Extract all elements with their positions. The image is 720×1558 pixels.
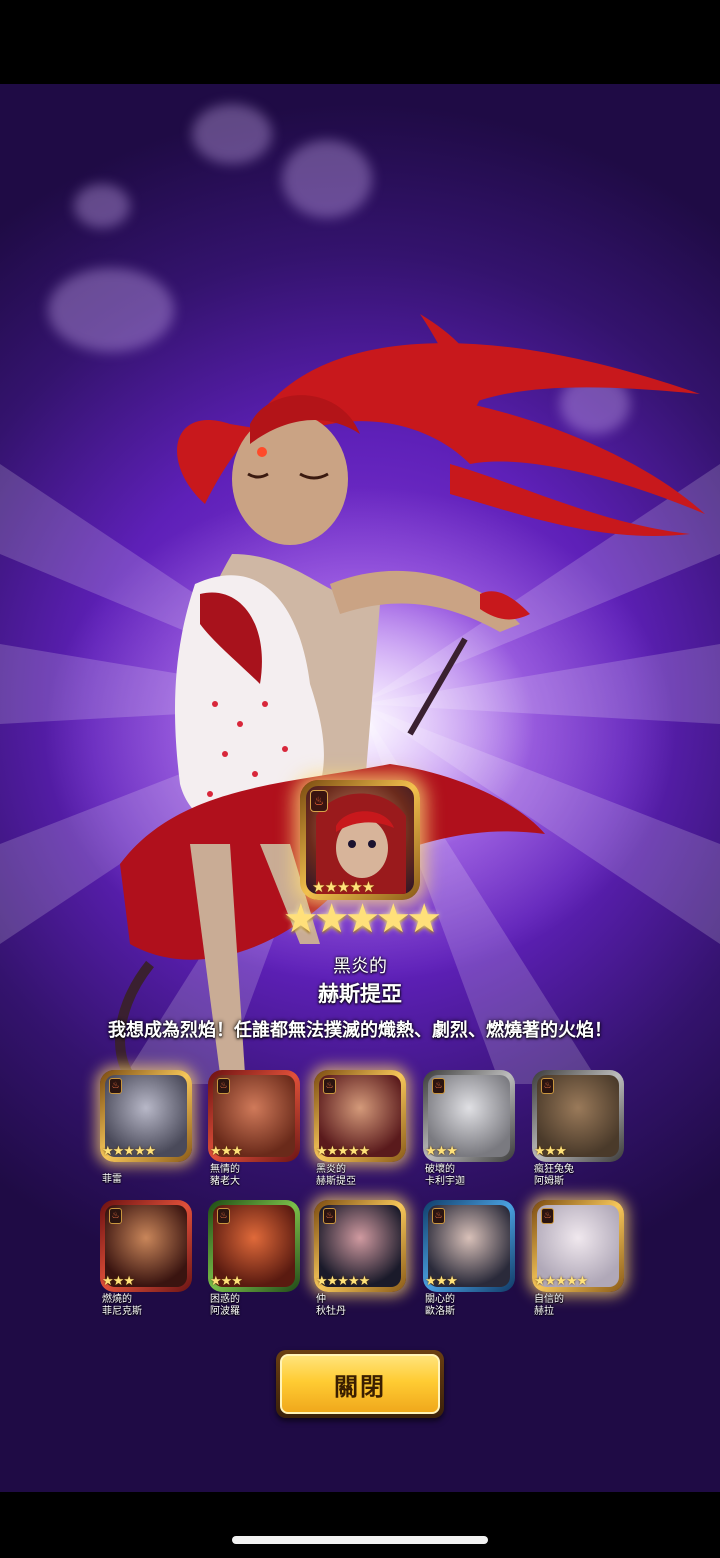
fire-element-icon: ♨ xyxy=(310,790,328,812)
close-button-label: 關閉 xyxy=(280,1354,440,1414)
hero-caption: 困惑的 阿波羅 xyxy=(210,1294,240,1318)
hero-caption-line2: 菲尼克斯 xyxy=(102,1306,142,1317)
hero-caption: 自信的 赫拉 xyxy=(534,1294,564,1318)
hero-result-card[interactable]: ♨ ★★★ xyxy=(423,1200,515,1292)
hero-caption: 仲秋牡丹 xyxy=(316,1294,346,1318)
hero-caption-line1: 仲 xyxy=(316,1294,326,1305)
featured-hero-portrait: ♨ ★★★★★ xyxy=(306,786,414,894)
hero-rarity-stars: ★★★ xyxy=(425,1274,458,1289)
hero-caption-line2: 歐洛斯 xyxy=(425,1306,455,1317)
hero-caption-line2: 阿姆斯 xyxy=(534,1176,564,1187)
hero-caption-line2: 卡利宇迦 xyxy=(425,1176,465,1187)
element-icon: ♨ xyxy=(109,1208,122,1224)
hero-caption-line1: 燃燒的 xyxy=(102,1294,132,1305)
hero-caption-line1: 菲雷 xyxy=(102,1174,122,1185)
element-icon: ♨ xyxy=(541,1078,554,1094)
status-bar xyxy=(0,0,720,84)
hero-name: 赫斯提亞 xyxy=(318,982,402,1006)
hero-result-card[interactable]: ♨ ★★★ xyxy=(423,1070,515,1162)
hero-result-card[interactable]: ♨ ★★★ xyxy=(100,1200,192,1292)
hero-caption: 關心的 歐洛斯 xyxy=(425,1294,455,1318)
bottom-safe-area xyxy=(0,1492,720,1558)
element-icon: ♨ xyxy=(323,1078,336,1094)
element-icon: ♨ xyxy=(541,1208,554,1224)
hero-caption: 瘋狂兔兔 阿姆斯 xyxy=(534,1164,574,1188)
hero-result-card[interactable]: ♨ ★★★★★ xyxy=(100,1070,192,1162)
element-icon: ♨ xyxy=(323,1208,336,1224)
featured-card-stars: ★★★★★ xyxy=(312,878,375,894)
home-indicator[interactable] xyxy=(232,1536,488,1544)
hero-caption-line1: 自信的 xyxy=(534,1294,564,1305)
element-icon: ♨ xyxy=(109,1078,122,1094)
hero-result-card[interactable]: ♨ ★★★★★ xyxy=(532,1200,624,1292)
hero-rarity-stars: ★★★ xyxy=(534,1144,567,1159)
element-icon: ♨ xyxy=(217,1078,230,1094)
element-icon: ♨ xyxy=(432,1208,445,1224)
hero-caption: 無情的 豬老大 xyxy=(210,1164,240,1188)
hero-rarity-stars: ★★★ xyxy=(210,1144,243,1159)
hero-caption-line1: 破壞的 xyxy=(425,1164,455,1175)
hero-result-card[interactable]: ♨ ★★★ xyxy=(208,1070,300,1162)
hero-caption-line1: 困惑的 xyxy=(210,1294,240,1305)
hero-caption-line2: 赫斯提亞 xyxy=(316,1176,356,1187)
hero-caption: 菲雷 xyxy=(102,1174,122,1186)
featured-hero-card: ♨ ★★★★★ xyxy=(300,780,420,900)
hero-caption-line1: 瘋狂兔兔 xyxy=(534,1164,574,1175)
hero-caption: 破壞的 卡利宇迦 xyxy=(425,1164,465,1188)
hero-rarity-stars: ★★★★★ xyxy=(316,1274,370,1289)
hero-rarity-stars: ★★★★★ xyxy=(316,1144,370,1159)
hero-caption-line1: 關心的 xyxy=(425,1294,455,1305)
hero-result-card[interactable]: ♨ ★★★ xyxy=(532,1070,624,1162)
hero-epithet: 黑炎的 xyxy=(333,956,387,977)
hero-caption-line2: 赫拉 xyxy=(534,1306,554,1317)
rarity-stars: ★★★★★ xyxy=(282,896,442,942)
summon-result-screen: ♨ ★★★★★ ★★★★★ 黑炎的 赫斯提亞 我想成為烈焰！任誰都無法撲滅的熾熱… xyxy=(0,84,720,1492)
hero-rarity-stars: ★★★ xyxy=(102,1274,135,1289)
element-icon: ♨ xyxy=(432,1078,445,1094)
hero-caption-line1: 黑炎的 xyxy=(316,1164,346,1175)
hero-result-card[interactable]: ♨ ★★★★★ xyxy=(314,1070,406,1162)
hero-caption: 燃燒的 菲尼克斯 xyxy=(102,1294,142,1318)
hero-rarity-stars: ★★★★★ xyxy=(534,1274,588,1289)
hero-result-card[interactable]: ♨ ★★★ xyxy=(208,1200,300,1292)
hero-rarity-stars: ★★★★★ xyxy=(102,1144,156,1159)
hero-rarity-stars: ★★★ xyxy=(425,1144,458,1159)
hero-caption: 黑炎的 赫斯提亞 xyxy=(316,1164,356,1188)
hero-rarity-stars: ★★★ xyxy=(210,1274,243,1289)
hero-quote: 我想成為烈焰！任誰都無法撲滅的熾熱、劇烈、燃燒著的火焰！ xyxy=(108,1020,612,1041)
hero-caption-line2: 阿波羅 xyxy=(210,1306,240,1317)
hero-caption-line2: 秋牡丹 xyxy=(316,1306,346,1317)
hero-result-card[interactable]: ♨ ★★★★★ xyxy=(314,1200,406,1292)
hero-caption-line2: 豬老大 xyxy=(210,1176,240,1187)
close-button[interactable]: 關閉 xyxy=(276,1350,444,1418)
hero-caption-line1: 無情的 xyxy=(210,1164,240,1175)
element-icon: ♨ xyxy=(217,1208,230,1224)
